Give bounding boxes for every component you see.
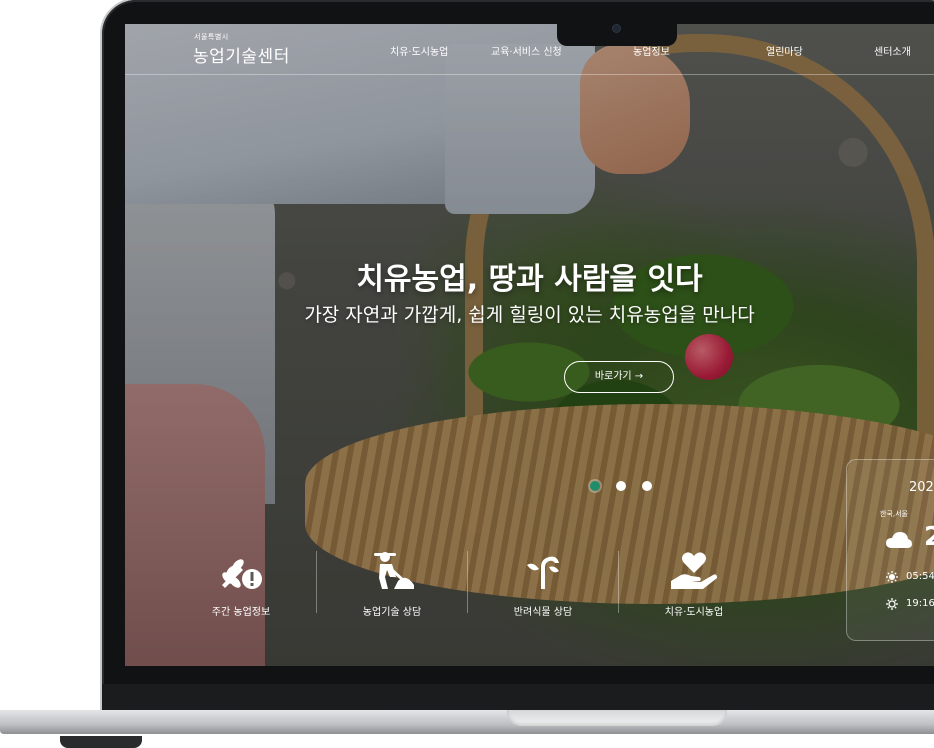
quicklink-label: 주간 농업정보 [211, 607, 271, 618]
wheat-alert-icon [222, 559, 262, 589]
farmer-digging-icon [374, 552, 414, 589]
quicklink-weekly-agri-info[interactable]: 주간 농업정보 [166, 551, 316, 631]
logo-title: 농업기술센터 [193, 47, 290, 67]
laptop-base [0, 710, 934, 734]
quicklink-pet-plant-consult[interactable]: 반려식물 상담 [468, 551, 618, 631]
laptop-opening-notch [507, 710, 727, 726]
sunrise-time: 05:54 [906, 571, 934, 582]
nav-open-forum[interactable]: 열린마당 [766, 43, 803, 58]
logo-subtitle: 서울특별시 [194, 33, 229, 41]
laptop-chin [102, 684, 934, 712]
hero-title: 치유농업, 땅과 사람을 잇다 [356, 262, 703, 297]
quicklink-agri-tech-consult[interactable]: 농업기술 상담 [317, 551, 467, 631]
weather-temperature: 2 [924, 522, 934, 552]
quicklink-label: 치유·도시농업 [664, 607, 724, 618]
quicklink-healing-urban-farming[interactable]: 치유·도시농업 [619, 551, 769, 631]
site-header: 서울특별시 농업기술센터 치유·도시농업 교육·서비스 신청 농업정보 열린마당… [125, 24, 934, 75]
quicklink-label: 반려식물 상담 [513, 607, 573, 618]
browser-screen: 서울특별시 농업기술센터 치유·도시농업 교육·서비스 신청 농업정보 열린마당… [125, 24, 934, 666]
cloud-icon [886, 532, 912, 548]
slide-dot-2[interactable] [616, 481, 626, 491]
hero-subtitle: 가장 자연과 가깝게, 쉽게 힐링이 있는 치유농업을 만나다 [304, 304, 755, 326]
laptop-foot [60, 736, 142, 748]
plant-sprout-icon [527, 556, 559, 589]
camera-notch [557, 20, 677, 46]
nav-healing-urban-farming[interactable]: 치유·도시농업 [390, 43, 448, 58]
weather-location: 한국,서울 [880, 510, 908, 518]
camera-icon [613, 25, 620, 32]
heart-hand-icon [671, 552, 717, 589]
sunset-icon [886, 598, 898, 610]
sunrise-icon [886, 571, 898, 583]
slide-dot-3[interactable] [642, 481, 652, 491]
sunset-time: 19:16 [906, 598, 934, 609]
nav-education-service[interactable]: 교육·서비스 신청 [491, 43, 562, 58]
weather-widget: 202 한국,서울 2 05:54 19:16 [846, 459, 934, 641]
hero-cta-button[interactable]: 바로가기 → [564, 361, 674, 393]
weather-date: 202 [909, 480, 934, 495]
nav-center-intro[interactable]: 센터소개 [874, 43, 911, 58]
slide-dot-1-active[interactable] [590, 481, 600, 491]
quicklink-label: 농업기술 상담 [362, 607, 422, 618]
